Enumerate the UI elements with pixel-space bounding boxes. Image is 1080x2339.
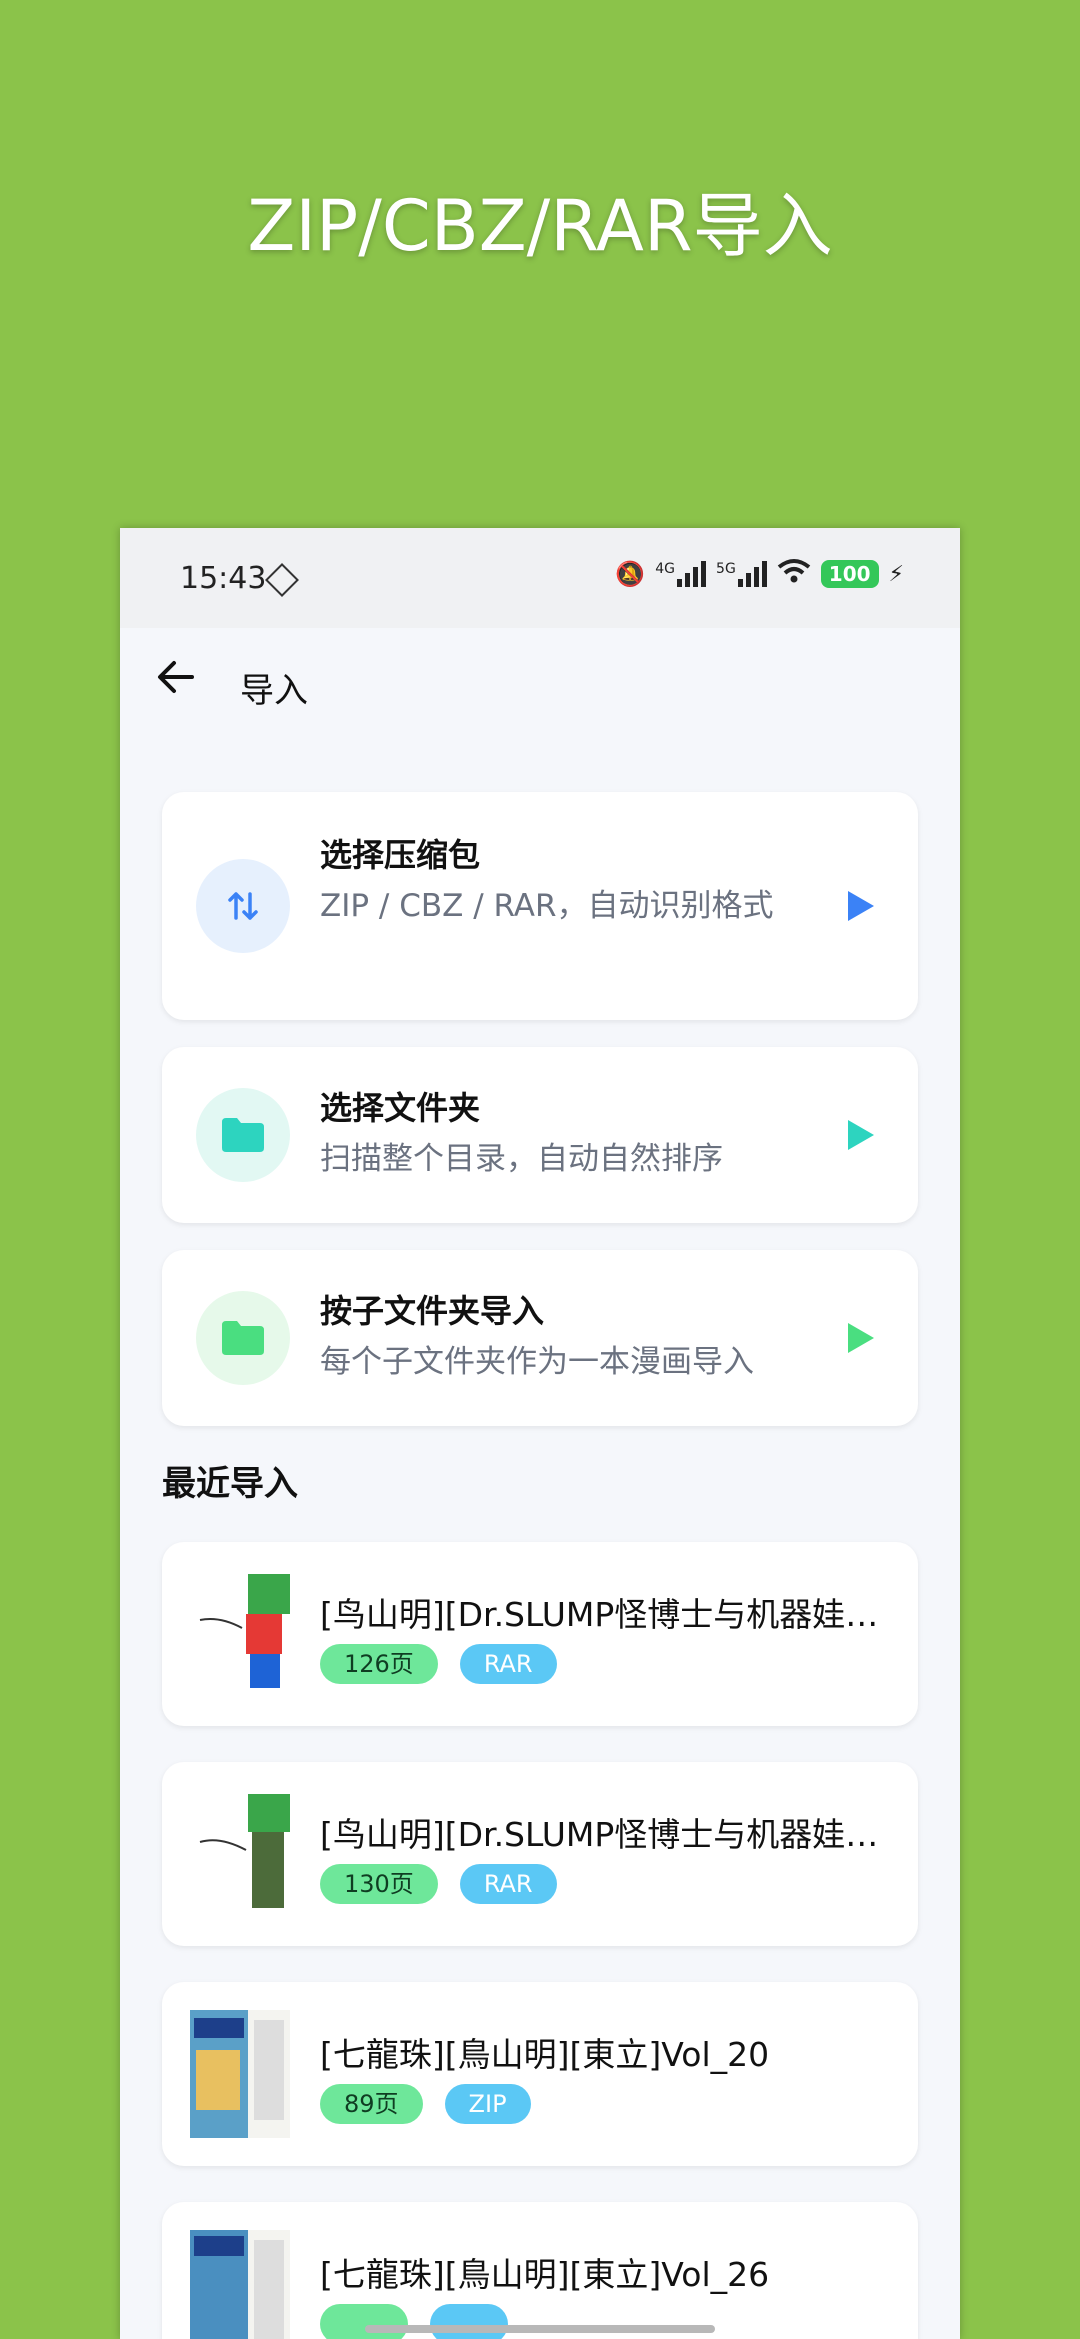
page-title: 导入 bbox=[240, 671, 308, 711]
swap-vert-icon bbox=[196, 859, 290, 953]
option-import-subfolders[interactable]: 按子文件夹导入 每个子文件夹作为一本漫画导入 bbox=[162, 1250, 918, 1426]
format-badge: RAR bbox=[459, 1864, 557, 1904]
cover-thumbnail bbox=[190, 1570, 290, 1698]
recent-item[interactable]: [七龍珠][鳥山明][東立]Vol_26 bbox=[162, 2202, 918, 2339]
recent-item[interactable]: [鸟山明][Dr.SLUMP怪博士与机器娃娃] 126页 RAR bbox=[162, 1542, 918, 1726]
page-count-badge bbox=[320, 2304, 408, 2339]
phone-screen: 15:43 🔕 4G 5G 100 ⚡ 导入 选择压缩包 ZIP / CBZ /… bbox=[120, 528, 960, 2339]
comic-title: [鸟山明][Dr.SLUMP怪博士与机器娃娃] bbox=[320, 1815, 890, 1854]
top-app-bar: 导入 bbox=[120, 628, 960, 738]
back-arrow-icon[interactable] bbox=[156, 656, 216, 706]
option-title: 选择文件夹 bbox=[320, 1089, 481, 1127]
comic-title: [七龍珠][鳥山明][東立]Vol_26 bbox=[320, 2255, 770, 2294]
battery-icon: 100 bbox=[820, 560, 879, 588]
format-badge: ZIP bbox=[444, 2084, 531, 2124]
notification-icon bbox=[265, 563, 299, 597]
status-icons: 🔕 4G 5G 100 ⚡ bbox=[615, 558, 904, 590]
cover-thumbnail bbox=[190, 2230, 290, 2339]
play-arrow-icon bbox=[848, 1323, 874, 1353]
recent-item[interactable]: [鸟山明][Dr.SLUMP怪博士与机器娃娃] 130页 RAR bbox=[162, 1762, 918, 1946]
option-title: 按子文件夹导入 bbox=[320, 1292, 545, 1330]
option-subtitle: ZIP / CBZ / RAR，自动识别格式 bbox=[320, 888, 774, 924]
page-count-badge: 130页 bbox=[320, 1864, 438, 1904]
gesture-bar[interactable] bbox=[365, 2325, 715, 2333]
cover-thumbnail bbox=[190, 1790, 290, 1918]
wifi-icon bbox=[777, 558, 811, 590]
folder-icon bbox=[196, 1088, 290, 1182]
recent-heading: 最近导入 bbox=[162, 1464, 298, 1504]
play-arrow-icon bbox=[848, 1120, 874, 1150]
charging-icon: ⚡ bbox=[888, 561, 904, 587]
format-badge bbox=[430, 2304, 508, 2339]
mute-bell-icon: 🔕 bbox=[615, 560, 646, 588]
option-title: 选择压缩包 bbox=[320, 836, 481, 874]
signal-5g-icon: 5G bbox=[716, 561, 767, 587]
promo-headline: ZIP/CBZ/RAR导入 bbox=[247, 185, 833, 267]
cover-thumbnail bbox=[190, 2010, 290, 2138]
folder-icon bbox=[196, 1291, 290, 1385]
comic-title: [七龍珠][鳥山明][東立]Vol_20 bbox=[320, 2035, 770, 2074]
option-subtitle: 扫描整个目录，自动自然排序 bbox=[320, 1141, 723, 1177]
status-time: 15:43 bbox=[180, 561, 267, 596]
option-select-folder[interactable]: 选择文件夹 扫描整个目录，自动自然排序 bbox=[162, 1047, 918, 1223]
format-badge: RAR bbox=[459, 1644, 557, 1684]
option-subtitle: 每个子文件夹作为一本漫画导入 bbox=[320, 1344, 754, 1380]
play-arrow-icon bbox=[848, 891, 874, 921]
page-count-badge: 126页 bbox=[320, 1644, 438, 1684]
comic-title: [鸟山明][Dr.SLUMP怪博士与机器娃娃] bbox=[320, 1595, 890, 1634]
option-select-archive[interactable]: 选择压缩包 ZIP / CBZ / RAR，自动识别格式 bbox=[162, 792, 918, 1020]
signal-4g-icon: 4G bbox=[655, 561, 707, 587]
page-count-badge: 89页 bbox=[320, 2084, 423, 2124]
recent-item[interactable]: [七龍珠][鳥山明][東立]Vol_20 89页 ZIP bbox=[162, 1982, 918, 2166]
status-bar: 15:43 🔕 4G 5G 100 ⚡ bbox=[120, 528, 960, 628]
